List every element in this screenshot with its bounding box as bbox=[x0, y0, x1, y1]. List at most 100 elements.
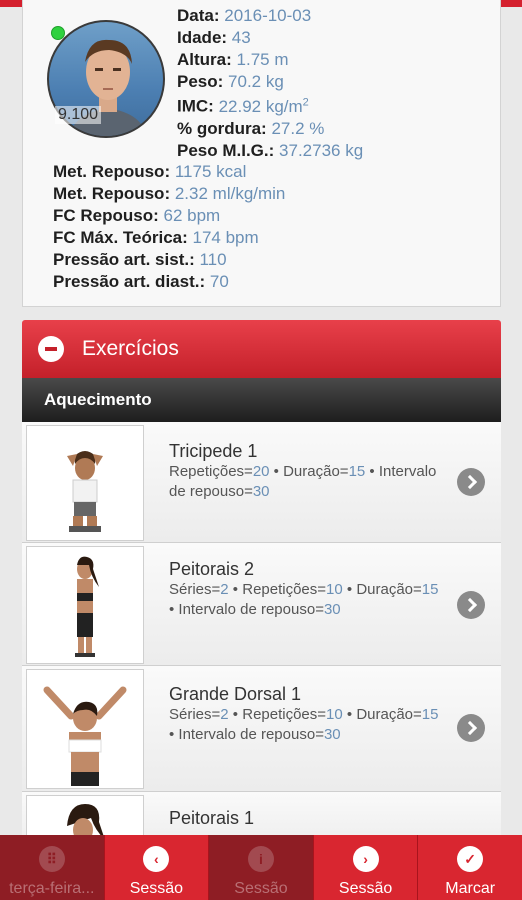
nav-label: Marcar bbox=[445, 880, 496, 897]
param-value: 20 bbox=[252, 463, 270, 480]
info-row: FC Repouso: 62 bpm bbox=[53, 206, 220, 226]
chevron-right-icon[interactable] bbox=[457, 714, 485, 742]
info-value: 27.2 % bbox=[271, 119, 325, 138]
bmi-superscript: 2 bbox=[302, 96, 309, 108]
info-label: Idade: bbox=[177, 28, 228, 47]
param-value: 30 bbox=[323, 726, 341, 743]
info-row: Data: 2016-10-03 bbox=[177, 6, 311, 26]
info-value: 37.2736 kg bbox=[279, 141, 364, 160]
profile-card: 9.100 Data: 2016-10-03 Idade: 43 Altura:… bbox=[22, 0, 501, 307]
avatar-wrap[interactable]: 9.100 bbox=[47, 20, 165, 138]
info-row: FC Máx. Teórica: 174 bpm bbox=[53, 228, 259, 248]
info-row: Pressão art. sist.: 110 bbox=[53, 250, 227, 270]
exercise-item[interactable]: Tricipede 1 Repetições=20 • Duração=15 •… bbox=[22, 422, 501, 543]
info-value: 43 bbox=[231, 28, 251, 47]
param-value: 15 bbox=[421, 706, 439, 723]
param-value: 10 bbox=[326, 581, 343, 598]
exercise-name: Grande Dorsal 1 bbox=[169, 684, 302, 704]
nav-label: Sessão bbox=[129, 880, 184, 897]
exercise-name: Tricipede 1 bbox=[169, 441, 258, 461]
info-value: 1175 kcal bbox=[174, 162, 247, 181]
chevron-right-icon[interactable] bbox=[457, 591, 485, 619]
info-value: 2016-10-03 bbox=[224, 6, 312, 25]
info-label: Met. Repouso: bbox=[53, 162, 171, 181]
param-value: 2 bbox=[220, 706, 229, 723]
exercise-thumbnail bbox=[26, 425, 144, 541]
info-label: Met. Repouso: bbox=[53, 184, 171, 203]
dorsal-stretch-figure-icon bbox=[43, 686, 127, 786]
info-label: Altura: bbox=[177, 50, 232, 69]
info-label: Pressão art. diast.: bbox=[53, 272, 206, 291]
nav-label: Sessão bbox=[234, 880, 288, 897]
info-value: 70 bbox=[209, 272, 229, 291]
info-value: 22.92 kg/m2 bbox=[218, 96, 309, 116]
nav-session-info-button[interactable]: i Sessão bbox=[209, 835, 314, 900]
triceps-figure-icon bbox=[67, 451, 103, 532]
info-row: Peso M.I.G.: 37.2736 kg bbox=[177, 141, 363, 161]
param-key: Séries bbox=[169, 581, 212, 598]
bottom-navigation-bar: ⠿ terça-feira... ‹ Sessão i Sessão › Ses… bbox=[0, 835, 522, 900]
exercise-params: Repetições=20 • Duração=15 • Intervalo d… bbox=[169, 463, 437, 500]
exercise-name: Peitorais 1 bbox=[169, 808, 255, 828]
grid-icon: ⠿ bbox=[38, 846, 65, 872]
param-value: 15 bbox=[421, 581, 439, 598]
info-icon: i bbox=[247, 846, 274, 872]
info-row: Met. Repouso: 1175 kcal bbox=[53, 162, 246, 182]
online-status-icon bbox=[51, 26, 65, 40]
info-value: 1.75 m bbox=[236, 50, 289, 69]
nav-day-button[interactable]: ⠿ terça-feira... bbox=[0, 835, 105, 900]
exercise-item[interactable]: Grande Dorsal 1 Séries=2 • Repetições=10… bbox=[22, 666, 501, 792]
section-title: Exercícios bbox=[82, 337, 179, 360]
collapse-icon[interactable] bbox=[38, 336, 64, 362]
info-value: 62 bpm bbox=[163, 206, 221, 225]
exercise-thumbnail bbox=[26, 546, 144, 664]
param-value: 30 bbox=[323, 601, 341, 618]
info-value: 2.32 ml/kg/min bbox=[174, 184, 286, 203]
info-row: % gordura: 27.2 % bbox=[177, 119, 324, 139]
info-value: 174 bpm bbox=[192, 228, 259, 247]
param-value: 2 bbox=[220, 581, 229, 598]
info-row: Peso: 70.2 kg bbox=[177, 72, 284, 92]
exercise-params: Séries=2 • Repetições=10 • Duração=15 • … bbox=[169, 581, 439, 618]
exercise-params: Séries=2 • Repetições=10 • Duração=15 • … bbox=[169, 706, 439, 743]
param-key: Séries bbox=[169, 706, 212, 723]
info-label: % gordura: bbox=[177, 119, 267, 138]
param-key: Intervalo de repouso bbox=[178, 601, 316, 618]
info-label: Peso M.I.G.: bbox=[177, 141, 275, 160]
chevron-right-icon[interactable] bbox=[457, 468, 485, 496]
param-value: 30 bbox=[252, 483, 270, 500]
pectoral-figure-icon bbox=[75, 556, 99, 657]
info-row: Met. Repouso: 2.32 ml/kg/min bbox=[53, 184, 285, 204]
avatar-score: 9.100 bbox=[55, 106, 102, 124]
group-title: Aquecimento bbox=[44, 390, 152, 409]
param-key: Intervalo de repouso bbox=[178, 726, 316, 743]
info-row: Pressão art. diast.: 70 bbox=[53, 272, 229, 292]
param-key: Repetições bbox=[242, 581, 318, 598]
param-key: Duração bbox=[356, 581, 414, 598]
info-label: Pressão art. sist.: bbox=[53, 250, 195, 269]
exercise-item[interactable]: Peitorais 2 Séries=2 • Repetições=10 • D… bbox=[22, 543, 501, 666]
nav-previous-session-button[interactable]: ‹ Sessão bbox=[104, 835, 210, 900]
info-label: IMC: bbox=[177, 96, 214, 116]
info-row: Idade: 43 bbox=[177, 28, 251, 48]
checkmark-icon: ✓ bbox=[457, 846, 484, 872]
chevron-left-icon: ‹ bbox=[143, 846, 170, 872]
nav-next-session-button[interactable]: › Sessão bbox=[313, 835, 419, 900]
exercises-section-header[interactable]: Exercícios bbox=[22, 320, 501, 378]
chevron-right-icon: › bbox=[352, 846, 379, 872]
nav-mark-button[interactable]: ✓ Marcar bbox=[418, 835, 522, 900]
info-label: FC Repouso: bbox=[53, 206, 159, 225]
bmi-value: 22.92 kg/m bbox=[218, 96, 303, 116]
exercise-thumbnail bbox=[26, 669, 144, 789]
param-key: Repetições bbox=[169, 463, 245, 480]
nav-label: Sessão bbox=[338, 880, 393, 897]
param-key: Repetições bbox=[242, 706, 318, 723]
param-value: 10 bbox=[326, 706, 343, 723]
param-key: Duração bbox=[356, 706, 414, 723]
info-label: Peso: bbox=[177, 72, 224, 91]
info-label: FC Máx. Teórica: bbox=[53, 228, 188, 247]
info-row: Altura: 1.75 m bbox=[177, 50, 289, 70]
exercise-name: Peitorais 2 bbox=[169, 559, 255, 579]
info-label: Data: bbox=[177, 6, 220, 25]
info-value: 70.2 kg bbox=[228, 72, 284, 91]
